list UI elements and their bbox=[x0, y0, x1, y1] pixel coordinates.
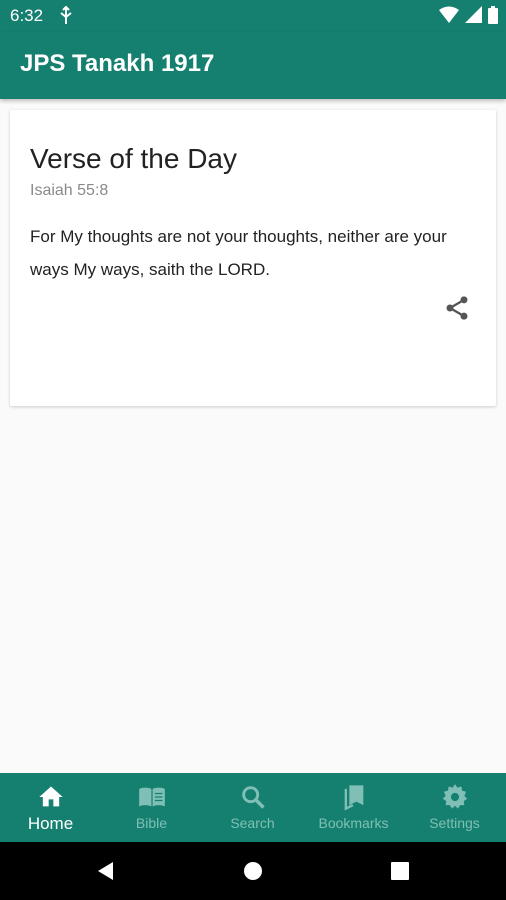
app-screen: 6:32 JPS Tanakh 1917 Verse of the Day Is… bbox=[0, 0, 506, 900]
nav-label-search: Search bbox=[230, 815, 275, 831]
card-title: Verse of the Day bbox=[30, 143, 238, 174]
bottom-navigation: Home Bible Search Bookmarks Settings bbox=[0, 773, 506, 842]
back-icon[interactable] bbox=[94, 859, 118, 883]
book-icon bbox=[138, 787, 165, 807]
nav-label-home: Home bbox=[27, 814, 74, 833]
wifi-icon bbox=[439, 6, 459, 23]
status-bar: 6:32 bbox=[0, 0, 506, 32]
verse-reference: Isaiah 55:8 bbox=[30, 182, 109, 199]
gear-icon bbox=[442, 784, 467, 809]
search-icon bbox=[241, 786, 265, 809]
usb-debug-icon bbox=[60, 6, 72, 24]
nav-item-settings[interactable]: Settings bbox=[404, 773, 505, 842]
nav-item-bookmarks[interactable]: Bookmarks bbox=[303, 773, 404, 842]
status-time: 6:32 bbox=[10, 6, 44, 25]
system-navigation-bar bbox=[0, 842, 506, 900]
app-title: JPS Tanakh 1917 bbox=[20, 50, 215, 77]
bookmark-icon bbox=[344, 785, 363, 811]
verse-of-the-day-card: Verse of the Day Isaiah 55:8 For My thou… bbox=[10, 110, 496, 406]
nav-label-bookmarks: Bookmarks bbox=[318, 815, 389, 831]
home-button-icon[interactable] bbox=[241, 859, 265, 883]
recents-icon[interactable] bbox=[388, 859, 412, 883]
share-icon[interactable] bbox=[443, 294, 471, 322]
nav-item-search[interactable]: Search bbox=[202, 773, 303, 842]
nav-label-bible: Bible bbox=[135, 815, 168, 831]
nav-item-bible[interactable]: Bible bbox=[101, 773, 202, 842]
home-icon bbox=[38, 786, 63, 807]
status-icons bbox=[439, 6, 498, 24]
app-bar: JPS Tanakh 1917 bbox=[0, 32, 506, 99]
signal-icon bbox=[465, 6, 482, 23]
nav-item-home[interactable]: Home bbox=[0, 773, 101, 842]
verse-text: For My thoughts are not your thoughts, n… bbox=[30, 227, 447, 279]
nav-label-settings: Settings bbox=[429, 815, 480, 831]
battery-icon bbox=[488, 6, 498, 24]
